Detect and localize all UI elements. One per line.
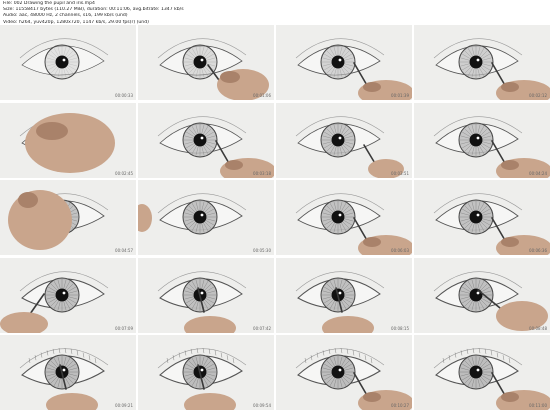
timestamp-label: 00:10:27 [391, 403, 409, 408]
timestamp-label: 00:03:51 [391, 170, 409, 176]
timestamp-label: 00:04:57 [115, 248, 133, 253]
highlight [338, 58, 342, 62]
highlight [476, 58, 480, 62]
hand-with-pencil [8, 190, 72, 250]
pupil [193, 210, 207, 224]
timestamp-label: 00:03:18 [253, 170, 271, 176]
timestamp-label: 00:01:39 [391, 93, 409, 98]
pupil [469, 55, 483, 69]
timestamp-label: 00:08:15 [391, 325, 409, 331]
thumbnail-grid: 00:00:33 00:01:06 00:01:39 00:02:12 00:02:45… [0, 25, 550, 410]
pupil [193, 55, 207, 69]
video-thumbnail: 00:09:21 [0, 335, 136, 410]
pupil [331, 133, 345, 146]
highlight [476, 368, 480, 372]
video-thumbnail: 00:07:42 [138, 257, 274, 333]
timestamp-label: 00:09:21 [115, 403, 133, 408]
video-thumbnail: 00:08:48 [414, 257, 550, 333]
timestamp-label: 00:02:12 [529, 93, 547, 98]
hand [25, 112, 115, 173]
highlight [476, 136, 480, 139]
highlight [338, 136, 342, 139]
video-thumbnail: 00:06:36 [414, 180, 550, 255]
video-thumbnail: 00:07:09 [0, 257, 136, 333]
highlight [476, 213, 480, 217]
video-thumbnail: 00:00:33 [0, 25, 136, 100]
video-thumbnail: 00:01:39 [276, 25, 412, 100]
timestamp-label: 00:09:54 [253, 403, 271, 408]
highlight [338, 368, 342, 372]
video-thumbnail: 00:09:54 [138, 335, 274, 410]
timestamp-label: 00:07:09 [115, 325, 133, 331]
pupil [55, 55, 69, 69]
video-thumbnail: 00:02:45 [0, 102, 136, 178]
pupil [469, 133, 483, 146]
hand-with-pencil [25, 112, 115, 173]
highlight [62, 291, 66, 294]
pupil [193, 133, 207, 146]
pupil [469, 365, 483, 379]
video-thumbnail: 00:10:27 [276, 335, 412, 410]
video-thumbnail: 00:01:06 [138, 25, 274, 100]
hand [8, 190, 72, 250]
highlight [200, 58, 204, 62]
video-thumbnail: 00:05:30 [138, 180, 274, 255]
pupil [469, 210, 483, 224]
highlight [338, 291, 342, 294]
timestamp-label: 00:06:36 [529, 248, 547, 253]
pupil [331, 365, 345, 379]
video-thumbnail: 00:08:15 [276, 257, 412, 333]
timestamp-label: 00:07:42 [253, 325, 271, 331]
highlight [62, 58, 66, 62]
highlight [476, 291, 480, 294]
video-thumbnail: 00:04:24 [414, 102, 550, 178]
video-thumbnail: 00:04:57 [0, 180, 136, 255]
timestamp-label: 00:05:30 [253, 248, 271, 253]
timestamp-label: 00:11:00 [529, 403, 547, 408]
video-thumbnail: 00:03:51 [276, 102, 412, 178]
video-thumbnail: 00:06:03 [276, 180, 412, 255]
timestamp-label: 00:00:33 [115, 93, 133, 98]
video-thumbnail: 00:02:12 [414, 25, 550, 100]
timestamp-label: 00:06:03 [391, 248, 409, 253]
highlight [200, 213, 204, 217]
timestamp-label: 00:04:24 [529, 170, 547, 176]
highlight [338, 213, 342, 217]
highlight [200, 136, 204, 139]
pupil [331, 210, 345, 224]
highlight [200, 368, 204, 372]
video-thumbnail: 00:03:18 [138, 102, 274, 178]
highlight [62, 368, 66, 372]
video-thumbnail: 00:11:00 [414, 335, 550, 410]
timestamp-label: 00:02:45 [115, 170, 133, 176]
pupil [55, 288, 69, 301]
timestamp-label: 00:01:06 [253, 93, 271, 98]
pupil [331, 55, 345, 69]
highlight [200, 291, 204, 294]
timestamp-label: 00:08:48 [529, 325, 547, 331]
pupil [469, 288, 483, 301]
